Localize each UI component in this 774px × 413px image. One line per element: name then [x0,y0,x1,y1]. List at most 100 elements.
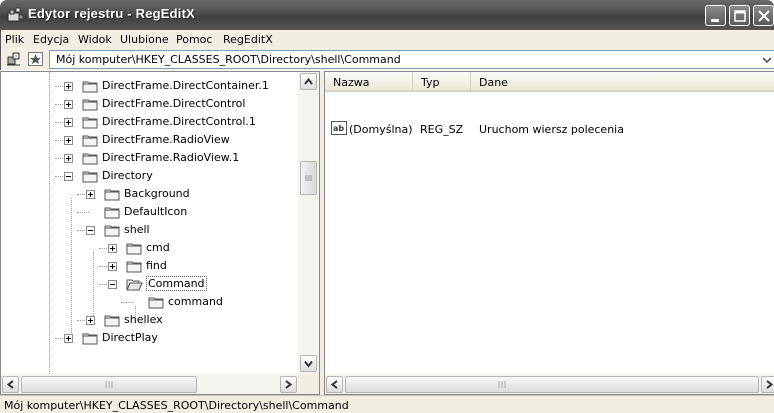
scroll-up-button[interactable] [300,73,317,90]
title-bar[interactable]: Edytor rejestru - RegEditX [0,0,774,30]
tree-node[interactable]: command [1,293,297,311]
tree-node-label: DirectPlay [102,331,158,344]
collapse-icon[interactable] [64,172,73,181]
tree-node-label: DefaultIcon [124,205,188,218]
tree-node[interactable]: Command [1,275,297,293]
list-horizontal-scrollbar[interactable] [325,374,774,394]
scroll-thumb[interactable] [300,161,317,195]
tree-node-label: Background [124,187,190,200]
chevron-down-icon [304,360,313,368]
tree-node-label: Directory [102,169,153,182]
tree-connector [121,302,133,303]
folder-icon [104,315,120,327]
scroll-thumb[interactable] [345,376,759,393]
tree-node-label: cmd [146,241,170,254]
folder-icon [82,81,98,93]
column-header-name[interactable]: Nazwa [325,72,413,92]
minimize-button[interactable] [705,5,726,26]
tree-node[interactable]: DirectFrame.DirectControl [1,95,297,113]
tree-node[interactable]: shellex [1,311,297,329]
menu-view[interactable]: Widok [78,33,112,46]
folder-icon [82,171,98,183]
column-header-type[interactable]: Typ [413,72,471,92]
registry-tree-icon[interactable] [6,51,22,67]
tree-node[interactable]: DirectFrame.DirectContainer.1 [1,77,297,95]
menu-help[interactable]: Pomoc [176,33,212,46]
value-type: REG_SZ [420,123,464,136]
expand-icon[interactable] [86,190,95,199]
minimize-icon [711,19,719,22]
scroll-thumb[interactable] [21,376,197,393]
expand-icon[interactable] [64,82,73,91]
scroll-left-button[interactable] [326,376,343,393]
tree-node-label: Command [146,276,207,291]
collapse-icon[interactable] [108,280,117,289]
menu-bar: Plik Edycja Widok Ulubione Pomoc RegEdit… [0,30,774,49]
tree-node-label: DirectFrame.RadioView.1 [102,151,240,164]
menu-file[interactable]: Plik [5,33,24,46]
chevron-left-icon [330,380,338,389]
expand-icon[interactable] [108,262,117,271]
expand-icon[interactable] [64,334,73,343]
tree-node-label: command [168,295,223,308]
regedit-app-icon [7,7,24,22]
expand-icon[interactable] [64,118,73,127]
collapse-icon[interactable] [86,226,95,235]
tree-node[interactable]: DirectFrame.RadioView.1 [1,149,297,167]
scroll-down-button[interactable] [300,355,317,372]
tree-node-label: DirectFrame.DirectControl.1 [102,115,256,128]
expand-icon[interactable] [64,154,73,163]
tree-connector [77,212,89,213]
chevron-up-icon [304,77,313,85]
chevron-down-icon[interactable] [760,51,774,68]
svg-text:ab: ab [333,124,344,133]
scrollbar-corner [298,374,319,394]
expand-icon[interactable] [108,244,117,253]
tree-node[interactable]: cmd [1,239,297,257]
tree-node[interactable]: Directory [1,167,297,185]
column-header-data[interactable]: Dane [471,72,774,92]
value-data: Uruchom wiersz polecenia [479,123,624,136]
maximize-button[interactable] [729,5,750,26]
list-item[interactable]: ab (Domyślna) REG_SZ Uruchom wiersz pole… [325,120,774,138]
tree-node-label: find [146,259,167,272]
tree-node[interactable]: Background [1,185,297,203]
favorites-star-icon[interactable] [28,52,43,66]
scroll-right-button[interactable] [761,376,774,393]
tree-node[interactable]: shell [1,221,297,239]
address-input[interactable]: Mój komputer\HKEY_CLASSES_ROOT\Directory… [49,50,774,69]
folder-icon [82,153,98,165]
registry-tree[interactable]: DirectFrame.DirectContainer.1 DirectFrame… [0,71,320,395]
folder-open-icon [126,279,143,291]
expand-icon[interactable] [64,136,73,145]
folder-icon [104,189,120,201]
address-bar: Mój komputer\HKEY_CLASSES_ROOT\Directory… [0,49,774,70]
tree-node[interactable]: DefaultIcon [1,203,297,221]
tree-node[interactable]: DirectPlay [1,329,297,347]
status-bar: Mój komputer\HKEY_CLASSES_ROOT\Directory… [0,395,774,413]
tree-node-label: DirectFrame.RadioView [102,133,230,146]
tree-node[interactable]: DirectFrame.DirectControl.1 [1,113,297,131]
menu-edit[interactable]: Edycja [33,33,69,46]
maximize-icon [734,10,746,22]
scroll-left-button[interactable] [2,376,19,393]
status-path: Mój komputer\HKEY_CLASSES_ROOT\Directory… [4,399,349,412]
tree-horizontal-scrollbar[interactable] [1,374,319,394]
expand-icon[interactable] [64,100,73,109]
menu-favorites[interactable]: Ulubione [120,33,169,46]
menu-regeditx[interactable]: RegEditX [223,33,273,46]
close-button[interactable] [753,5,774,26]
scroll-right-button[interactable] [280,376,297,393]
folder-icon [82,117,98,129]
tree-node[interactable]: find [1,257,297,275]
folder-icon [82,99,98,111]
folder-icon [82,333,98,345]
tree-vertical-scrollbar[interactable] [298,72,319,374]
folder-icon [126,261,142,273]
expand-icon[interactable] [86,316,95,325]
tree-node[interactable]: DirectFrame.RadioView [1,131,297,149]
folder-icon [126,243,142,255]
folder-icon [148,297,164,309]
values-list[interactable]: Nazwa Typ Dane ab (Domyślna) REG_SZ Uruc… [324,71,774,395]
close-icon [758,10,770,22]
